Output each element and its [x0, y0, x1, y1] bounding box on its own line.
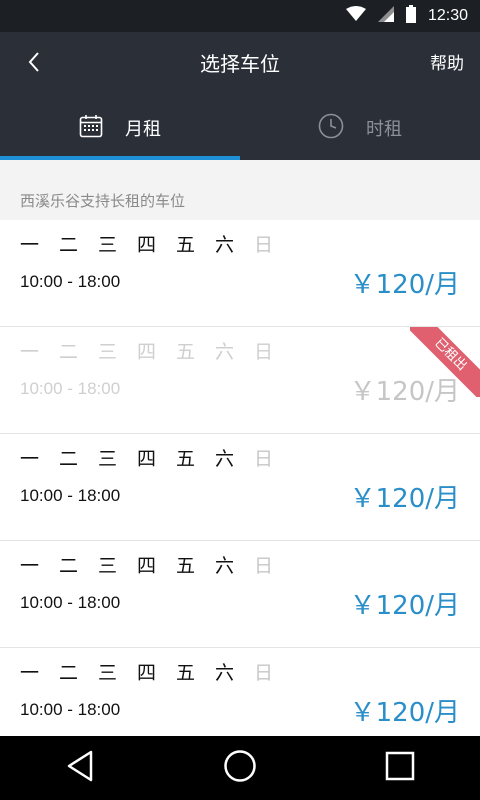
signal-icon — [377, 6, 394, 26]
weekday-fri: 五 — [176, 448, 196, 470]
calendar-icon — [79, 114, 103, 142]
weekday-tue: 二 — [59, 341, 79, 363]
tab-monthly-label: 月租 — [125, 119, 161, 140]
weekday-list: 一 二 三 四 五 六 日 — [20, 230, 293, 257]
weekday-thu: 四 — [137, 341, 157, 363]
slot-price: ￥120/月 — [349, 484, 460, 514]
weekday-sun: 日 — [254, 341, 274, 363]
rented-badge: 已租出 — [410, 327, 480, 397]
weekday-wed: 三 — [98, 341, 118, 363]
help-button[interactable]: 帮助 — [430, 32, 464, 96]
slot-item[interactable]: 一 二 三 四 五 六 日 10:00 - 18:00 ￥120/月 — [0, 220, 480, 327]
slot-item[interactable]: 一 二 三 四 五 六 日 10:00 - 18:00 ￥120/月 — [0, 648, 480, 736]
system-nav-bar — [0, 736, 480, 800]
weekday-sat: 六 — [215, 234, 235, 256]
wifi-icon — [345, 6, 366, 26]
weekday-fri: 五 — [176, 555, 196, 577]
weekday-list: 一 二 三 四 五 六 日 — [20, 658, 293, 685]
circle-home-icon — [223, 749, 257, 787]
tab-bar: 月租 时租 — [0, 96, 480, 160]
weekday-sun: 日 — [254, 448, 274, 470]
nav-home-button[interactable] — [210, 738, 270, 798]
slot-hours: 10:00 - 18:00 — [20, 272, 121, 291]
clock-icon — [318, 113, 344, 143]
weekday-mon: 一 — [20, 234, 40, 256]
weekday-thu: 四 — [137, 448, 157, 470]
weekday-sat: 六 — [215, 341, 235, 363]
weekday-mon: 一 — [20, 341, 40, 363]
weekday-sun: 日 — [254, 555, 274, 577]
weekday-tue: 二 — [59, 448, 79, 470]
slot-hours: 10:00 - 18:00 — [20, 700, 121, 719]
slot-item-rented[interactable]: 一 二 三 四 五 六 日 10:00 - 18:00 ￥120/月 已租出 — [0, 327, 480, 434]
weekday-mon: 一 — [20, 448, 40, 470]
triangle-back-icon — [65, 749, 95, 787]
battery-icon — [405, 5, 416, 27]
chevron-left-icon — [27, 51, 41, 77]
weekday-mon: 一 — [20, 555, 40, 577]
weekday-thu: 四 — [137, 662, 157, 684]
weekday-fri: 五 — [176, 234, 196, 256]
slot-price: ￥120/月 — [349, 591, 460, 621]
tab-monthly[interactable]: 月租 — [0, 96, 240, 160]
slot-item[interactable]: 一 二 三 四 五 六 日 10:00 - 18:00 ￥120/月 — [0, 434, 480, 541]
weekday-list: 一 二 三 四 五 六 日 — [20, 551, 293, 578]
weekday-tue: 二 — [59, 234, 79, 256]
weekday-wed: 三 — [98, 555, 118, 577]
weekday-sat: 六 — [215, 448, 235, 470]
weekday-fri: 五 — [176, 662, 196, 684]
slot-price: ￥120/月 — [349, 270, 460, 300]
slot-hours: 10:00 - 18:00 — [20, 593, 121, 612]
status-time: 12:30 — [427, 7, 468, 24]
weekday-tue: 二 — [59, 555, 79, 577]
weekday-sun: 日 — [254, 234, 274, 256]
rented-badge-label: 已租出 — [410, 327, 480, 397]
square-recents-icon — [385, 751, 415, 785]
weekday-thu: 四 — [137, 234, 157, 256]
tab-hourly-label: 时租 — [366, 119, 402, 140]
weekday-wed: 三 — [98, 234, 118, 256]
weekday-wed: 三 — [98, 662, 118, 684]
slot-list-container: 西溪乐谷支持长租的车位 一 二 三 四 五 六 日 10:00 - 18:00 … — [0, 160, 480, 736]
nav-recents-button[interactable] — [370, 738, 430, 798]
back-button[interactable] — [14, 44, 54, 84]
weekday-sat: 六 — [215, 555, 235, 577]
slot-price: ￥120/月 — [349, 698, 460, 728]
weekday-wed: 三 — [98, 448, 118, 470]
weekday-sun: 日 — [254, 662, 274, 684]
nav-back-button[interactable] — [50, 738, 110, 798]
section-title: 西溪乐谷支持长租的车位 — [0, 160, 480, 220]
weekday-list: 一 二 三 四 五 六 日 — [20, 444, 293, 471]
weekday-sat: 六 — [215, 662, 235, 684]
slot-hours: 10:00 - 18:00 — [20, 379, 121, 398]
slot-item[interactable]: 一 二 三 四 五 六 日 10:00 - 18:00 ￥120/月 — [0, 541, 480, 648]
slot-hours: 10:00 - 18:00 — [20, 486, 121, 505]
page-title: 选择车位 — [200, 52, 280, 76]
weekday-list: 一 二 三 四 五 六 日 — [20, 337, 293, 364]
weekday-fri: 五 — [176, 341, 196, 363]
status-icons: 12:30 — [345, 0, 468, 32]
weekday-mon: 一 — [20, 662, 40, 684]
tab-hourly[interactable]: 时租 — [240, 96, 480, 160]
status-bar: 12:30 — [0, 0, 480, 32]
weekday-thu: 四 — [137, 555, 157, 577]
app-header: 选择车位 帮助 — [0, 32, 480, 96]
weekday-tue: 二 — [59, 662, 79, 684]
